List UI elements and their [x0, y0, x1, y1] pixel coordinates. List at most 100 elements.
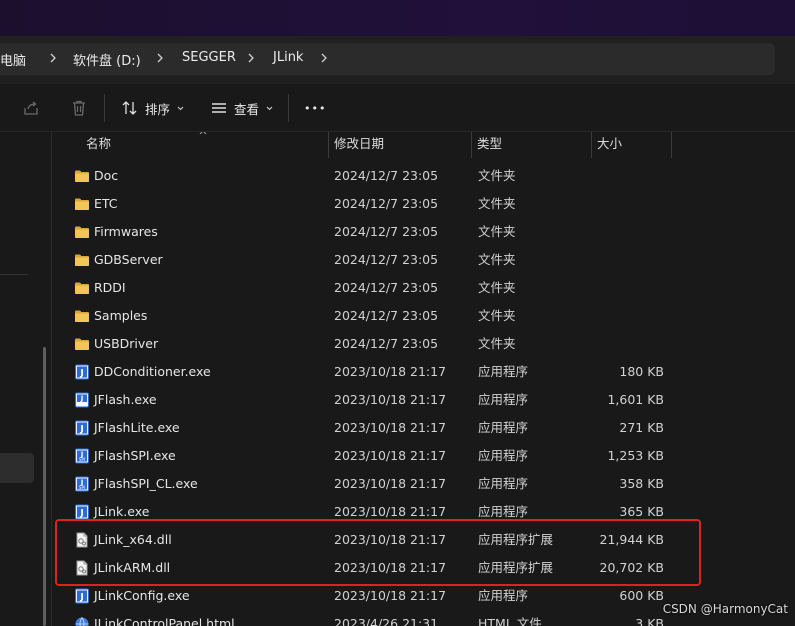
- share-icon[interactable]: [22, 95, 40, 121]
- sort-ascending-icon: [199, 132, 207, 135]
- breadcrumb-item-drive-d[interactable]: 软件盘 (D:): [73, 50, 141, 69]
- file-name: JLinkConfig.exe: [94, 588, 190, 603]
- file-size: 271 KB: [619, 420, 664, 435]
- nav-scrollbar[interactable]: [43, 347, 46, 626]
- file-name: JFlashLite.exe: [94, 420, 180, 435]
- file-modified-date: 2023/10/18 21:17: [334, 560, 447, 575]
- navigation-pane[interactable]: [0, 132, 52, 626]
- file-type: 文件夹: [478, 280, 516, 295]
- view-button[interactable]: 查看: [210, 95, 274, 121]
- file-row[interactable]: JLinkARM.dll 2023/10/18 21:17 应用程序扩展 20,702…: [53, 554, 795, 582]
- column-header-name[interactable]: 名称: [80, 132, 111, 158]
- file-name: JFlashSPI_CL.exe: [94, 476, 198, 491]
- file-name: Samples: [94, 308, 148, 323]
- file-type: 应用程序: [478, 364, 529, 379]
- file-size: [593, 274, 664, 302]
- file-size: 1,253 KB: [607, 448, 664, 463]
- file-name: JLinkARM.dll: [94, 560, 171, 575]
- chevron-down-icon: [266, 106, 273, 110]
- nav-selected-item[interactable]: [0, 453, 34, 483]
- view-label: 查看: [234, 101, 260, 117]
- file-type: 文件夹: [478, 196, 516, 211]
- column-header-type[interactable]: 类型: [471, 132, 502, 158]
- file-modified-date: 2023/10/18 21:17: [334, 392, 447, 407]
- folder-icon: [74, 168, 90, 184]
- chevron-right-icon[interactable]: [318, 51, 330, 65]
- file-row[interactable]: Firmwares 2024/12/7 23:05 文件夹: [53, 218, 795, 246]
- svg-text:J: J: [80, 395, 84, 403]
- file-row[interactable]: JLink_x64.dll 2023/10/18 21:17 应用程序扩展 21,94…: [53, 526, 795, 554]
- jlink-app-icon: J: [74, 588, 90, 604]
- html-file-icon: [74, 616, 90, 626]
- file-modified-date: 2023/10/18 21:17: [334, 504, 447, 519]
- file-size: [593, 330, 664, 358]
- file-size: [593, 302, 664, 330]
- more-options-button[interactable]: •••: [304, 95, 326, 121]
- column-separator[interactable]: [671, 132, 672, 158]
- file-size: 1,601 KB: [607, 392, 664, 407]
- column-header-date[interactable]: 修改日期: [328, 132, 384, 158]
- file-row[interactable]: J DDConditioner.exe 2023/10/18 21:17 应用程序 18…: [53, 358, 795, 386]
- file-type: 文件夹: [478, 336, 516, 351]
- file-modified-date: 2024/12/7 23:05: [334, 308, 439, 323]
- dll-file-icon: [74, 560, 90, 576]
- svg-text:J: J: [79, 593, 83, 603]
- file-type: 应用程序: [478, 588, 529, 603]
- file-modified-date: 2024/12/7 23:05: [334, 168, 439, 183]
- nav-divider: [0, 274, 28, 275]
- file-size: [593, 246, 664, 274]
- chevron-right-icon[interactable]: [47, 51, 59, 65]
- sort-button[interactable]: 排序: [121, 95, 185, 121]
- file-name: JFlash.exe: [94, 392, 157, 407]
- file-modified-date: 2023/10/18 21:17: [334, 476, 447, 491]
- jflash-app-icon: J: [74, 392, 90, 408]
- folder-icon: [74, 280, 90, 296]
- breadcrumb[interactable]: 电脑 软件盘 (D:) SEGGER JLink: [0, 43, 775, 75]
- file-row[interactable]: Samples 2024/12/7 23:05 文件夹: [53, 302, 795, 330]
- breadcrumb-item-segger[interactable]: SEGGER: [182, 50, 236, 65]
- folder-icon: [74, 224, 90, 240]
- svg-text:J: J: [79, 425, 83, 435]
- file-row[interactable]: J SPI JFlashSPI_CL.exe 2023/10/18 21:17 应用程序…: [53, 470, 795, 498]
- file-modified-date: 2023/10/18 21:17: [334, 448, 447, 463]
- file-row[interactable]: GDBServer 2024/12/7 23:05 文件夹: [53, 246, 795, 274]
- chevron-right-icon[interactable]: [245, 51, 257, 65]
- file-name: JLink_x64.dll: [94, 532, 172, 547]
- file-modified-date: 2023/10/18 21:17: [334, 588, 447, 603]
- file-type: 应用程序扩展: [478, 532, 554, 547]
- svg-text:SPI: SPI: [79, 485, 85, 490]
- column-header-size[interactable]: 大小: [591, 132, 622, 158]
- chevron-right-icon[interactable]: [154, 51, 166, 65]
- sort-label: 排序: [145, 101, 171, 117]
- svg-text:J: J: [79, 509, 83, 519]
- file-name: Firmwares: [94, 224, 158, 239]
- address-bar: 电脑 软件盘 (D:) SEGGER JLink: [0, 36, 795, 84]
- file-type: HTML 文件: [478, 616, 542, 626]
- file-row[interactable]: J JFlash.exe 2023/10/18 21:17 应用程序 1,601 KB: [53, 386, 795, 414]
- delete-icon[interactable]: [70, 95, 88, 121]
- file-row[interactable]: Doc 2024/12/7 23:05 文件夹: [53, 162, 795, 190]
- file-type: 文件夹: [478, 252, 516, 267]
- file-type: 文件夹: [478, 224, 516, 239]
- jlink-app-icon: J: [74, 420, 90, 436]
- file-size: 21,944 KB: [599, 532, 664, 547]
- file-row[interactable]: USBDriver 2024/12/7 23:05 文件夹: [53, 330, 795, 358]
- file-size: 358 KB: [619, 476, 664, 491]
- breadcrumb-item-jlink[interactable]: JLink: [273, 50, 303, 65]
- file-size: [593, 162, 664, 190]
- file-size: 3 KB: [635, 616, 664, 626]
- file-type: 应用程序: [478, 420, 529, 435]
- file-row[interactable]: J JLink.exe 2023/10/18 21:17 应用程序 365 KB: [53, 498, 795, 526]
- file-row[interactable]: ETC 2024/12/7 23:05 文件夹: [53, 190, 795, 218]
- file-list: 名称 修改日期 类型 大小 Doc 2024/12/7 23:05 文件夹 ETC 20…: [53, 132, 795, 626]
- file-row[interactable]: RDDI 2024/12/7 23:05 文件夹: [53, 274, 795, 302]
- file-modified-date: 2023/10/18 21:17: [334, 364, 447, 379]
- sort-icon: [122, 101, 137, 115]
- jlink-app-icon: J: [74, 504, 90, 520]
- svg-text:SPI: SPI: [79, 457, 85, 462]
- breadcrumb-item-this-pc[interactable]: 电脑: [0, 50, 26, 69]
- file-modified-date: 2024/12/7 23:05: [334, 336, 439, 351]
- file-modified-date: 2024/12/7 23:05: [334, 280, 439, 295]
- file-row[interactable]: J SPI JFlashSPI.exe 2023/10/18 21:17 应用程序 1,2…: [53, 442, 795, 470]
- file-row[interactable]: J JFlashLite.exe 2023/10/18 21:17 应用程序 271 K…: [53, 414, 795, 442]
